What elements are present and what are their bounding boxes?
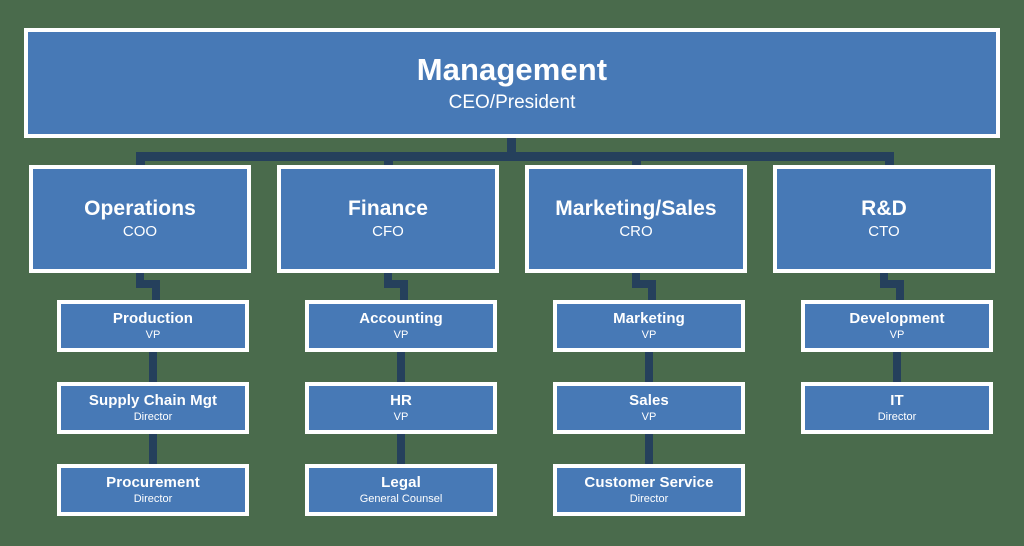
node-procurement-title: Procurement bbox=[106, 473, 200, 491]
node-sales-subtitle: VP bbox=[641, 410, 657, 423]
node-marketing[interactable]: Marketing VP bbox=[553, 300, 745, 352]
node-rd[interactable]: R&D CTO bbox=[773, 165, 995, 273]
node-management-subtitle: CEO/President bbox=[448, 91, 576, 113]
node-development-title: Development bbox=[849, 309, 945, 327]
node-customer-service[interactable]: Customer Service Director bbox=[553, 464, 745, 516]
node-management[interactable]: Management CEO/President bbox=[24, 28, 1000, 138]
connector-elbow-finance-v2 bbox=[400, 280, 408, 302]
connector-elbow-marketing-sales-v2 bbox=[648, 280, 656, 302]
node-marketing-sales[interactable]: Marketing/Sales CRO bbox=[525, 165, 747, 273]
connector-supply-chain-procurement bbox=[149, 432, 157, 466]
node-procurement-subtitle: Director bbox=[133, 492, 173, 505]
node-operations[interactable]: Operations COO bbox=[29, 165, 251, 273]
node-operations-subtitle: COO bbox=[122, 222, 158, 240]
node-management-title: Management bbox=[416, 52, 608, 87]
node-rd-subtitle: CTO bbox=[868, 222, 900, 240]
node-production[interactable]: Production VP bbox=[57, 300, 249, 352]
node-marketing-subtitle: VP bbox=[641, 328, 657, 341]
node-customer-service-title: Customer Service bbox=[584, 473, 714, 491]
node-production-title: Production bbox=[112, 309, 194, 327]
node-finance-title: Finance bbox=[347, 197, 429, 221]
node-legal-title: Legal bbox=[381, 473, 421, 491]
connector-root-stem bbox=[507, 138, 516, 152]
connector-development-it bbox=[893, 350, 901, 384]
node-hr-title: HR bbox=[390, 391, 412, 409]
node-accounting-title: Accounting bbox=[359, 309, 443, 327]
node-supply-chain-mgt-title: Supply Chain Mgt bbox=[88, 391, 218, 409]
node-hr[interactable]: HR VP bbox=[305, 382, 497, 434]
node-it-subtitle: Director bbox=[877, 410, 917, 423]
node-production-subtitle: VP bbox=[145, 328, 161, 341]
node-finance-subtitle: CFO bbox=[372, 222, 404, 240]
org-chart: Management CEO/President Operations COO … bbox=[0, 0, 1024, 546]
node-marketing-title: Marketing bbox=[613, 309, 685, 327]
node-development[interactable]: Development VP bbox=[801, 300, 993, 352]
node-customer-service-subtitle: Director bbox=[629, 492, 669, 505]
node-supply-chain-mgt-subtitle: Director bbox=[133, 410, 173, 423]
connector-production-supply-chain bbox=[149, 350, 157, 384]
node-rd-title: R&D bbox=[861, 197, 907, 221]
connector-accounting-hr bbox=[397, 350, 405, 384]
connector-sales-customer-service bbox=[645, 432, 653, 466]
node-hr-subtitle: VP bbox=[393, 410, 409, 423]
node-accounting-subtitle: VP bbox=[393, 328, 409, 341]
connector-division-bus bbox=[136, 152, 894, 161]
node-marketing-sales-title: Marketing/Sales bbox=[555, 197, 717, 221]
node-it-title: IT bbox=[890, 391, 904, 409]
connector-hr-legal bbox=[397, 432, 405, 466]
node-accounting[interactable]: Accounting VP bbox=[305, 300, 497, 352]
connector-elbow-rd-v2 bbox=[896, 280, 904, 302]
connector-elbow-operations-v2 bbox=[152, 280, 160, 302]
node-finance[interactable]: Finance CFO bbox=[277, 165, 499, 273]
node-legal-subtitle: General Counsel bbox=[359, 492, 443, 505]
node-development-subtitle: VP bbox=[889, 328, 905, 341]
node-sales[interactable]: Sales VP bbox=[553, 382, 745, 434]
connector-marketing-sales-node bbox=[645, 350, 653, 384]
node-supply-chain-mgt[interactable]: Supply Chain Mgt Director bbox=[57, 382, 249, 434]
node-sales-title: Sales bbox=[629, 391, 669, 409]
node-marketing-sales-subtitle: CRO bbox=[619, 222, 653, 240]
node-operations-title: Operations bbox=[84, 197, 196, 221]
node-legal[interactable]: Legal General Counsel bbox=[305, 464, 497, 516]
node-procurement[interactable]: Procurement Director bbox=[57, 464, 249, 516]
node-it[interactable]: IT Director bbox=[801, 382, 993, 434]
